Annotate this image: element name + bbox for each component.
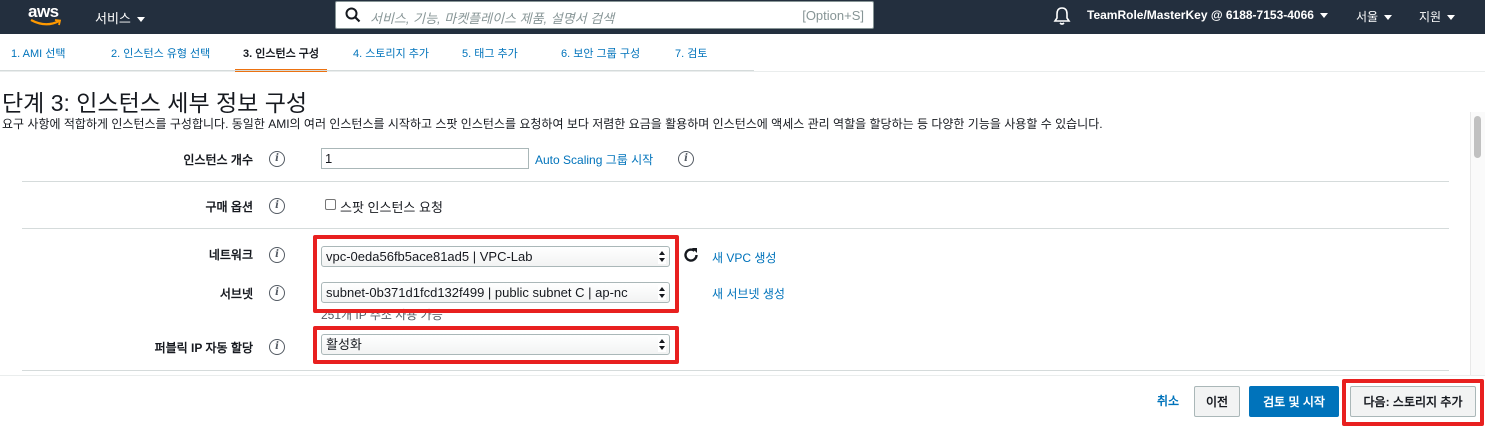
search-placeholder: 서비스, 기능, 마켓플레이스 제품, 설명서 검색 <box>370 11 615 26</box>
chevron-down-icon <box>1447 15 1456 21</box>
info-icon[interactable]: i <box>269 247 285 263</box>
public-ip-label: 퍼블릭 IP 자동 할당 <box>154 341 253 355</box>
support-label: 지원 <box>1419 10 1442 24</box>
chevron-down-icon <box>1384 15 1393 21</box>
step-storage[interactable]: 4. 스토리지 추가 <box>353 34 429 72</box>
search-icon <box>345 7 361 23</box>
search-shortcut: [Option+S] <box>802 8 864 23</box>
wizard-steps: 1. AMI 선택 2. 인스턴스 유형 선택 3. 인스턴스 구성 4. 스토… <box>0 34 1485 72</box>
previous-button[interactable]: 이전 <box>1194 386 1240 417</box>
spot-instance-label: 스팟 인스턴스 요청 <box>340 200 443 215</box>
page-title: 단계 3: 인스턴스 세부 정보 구성 <box>2 90 308 116</box>
steps-underline <box>0 70 754 71</box>
search-input[interactable]: 서비스, 기능, 마켓플레이스 제품, 설명서 검색 [Option+S] <box>335 1 874 29</box>
divider <box>22 181 1449 182</box>
notification-bell-icon[interactable] <box>1053 6 1071 26</box>
step-configure-instance[interactable]: 3. 인스턴스 구성 <box>235 34 328 72</box>
chevron-down-icon <box>1319 13 1328 19</box>
support-menu[interactable]: 지원 <box>1419 8 1456 25</box>
highlight-public-ip <box>313 326 679 364</box>
review-and-launch-button[interactable]: 검토 및 시작 <box>1249 386 1339 417</box>
chevron-down-icon <box>136 17 145 23</box>
spot-instance-checkbox[interactable] <box>325 199 336 210</box>
create-subnet-link[interactable]: 새 서브넷 생성 <box>712 285 785 302</box>
refresh-icon[interactable] <box>682 246 700 264</box>
account-label: TeamRole/MasterKey @ 6188-7153-4066 <box>1087 8 1314 22</box>
info-icon[interactable]: i <box>678 151 694 167</box>
subnet-label: 서브넷 <box>219 287 253 301</box>
step-security-group[interactable]: 6. 보안 그룹 구성 <box>561 34 640 72</box>
info-icon[interactable]: i <box>269 285 285 301</box>
highlight-network-subnet <box>313 235 679 313</box>
create-vpc-link[interactable]: 새 VPC 생성 <box>712 249 776 266</box>
region-label: 서울 <box>1356 10 1379 24</box>
services-menu[interactable]: 서비스 <box>95 8 145 27</box>
purchase-option-label: 구매 옵션 <box>205 200 254 214</box>
aws-logo[interactable]: aws <box>26 2 66 30</box>
step-ami[interactable]: 1. AMI 선택 <box>11 34 65 72</box>
info-icon[interactable]: i <box>269 198 285 214</box>
region-menu[interactable]: 서울 <box>1356 8 1393 25</box>
divider <box>22 228 1449 229</box>
wizard-footer: 취소 이전 검토 및 시작 다음: 스토리지 추가 <box>0 375 1485 427</box>
info-icon[interactable]: i <box>269 339 285 355</box>
step-instance-type[interactable]: 2. 인스턴스 유형 선택 <box>111 34 210 72</box>
configure-instance-form: 인스턴스 개수 i Auto Scaling 그룹 시작 i 구매 옵션 i 스… <box>0 140 1470 375</box>
page-description: 요구 사항에 적합하게 인스턴스를 구성합니다. 동일한 AMI의 여러 인스턴… <box>2 117 1103 131</box>
step-tags[interactable]: 5. 태그 추가 <box>462 34 518 72</box>
top-navigation-bar: aws 서비스 서비스, 기능, 마켓플레이스 제품, 설명서 검색 [Opti… <box>0 0 1485 34</box>
network-label: 네트워크 <box>208 248 253 262</box>
highlight-next-button <box>1342 379 1484 426</box>
scrollbar-thumb[interactable] <box>1474 116 1481 158</box>
step-review[interactable]: 7. 검토 <box>675 34 707 72</box>
instance-count-input[interactable] <box>321 148 529 169</box>
account-menu[interactable]: TeamRole/MasterKey @ 6188-7153-4066 <box>1087 8 1328 22</box>
aws-smile-icon <box>30 19 62 26</box>
divider <box>22 370 1449 371</box>
services-label: 서비스 <box>95 11 131 26</box>
cancel-button[interactable]: 취소 <box>1148 386 1188 417</box>
info-icon[interactable]: i <box>269 151 285 167</box>
instance-count-label: 인스턴스 개수 <box>183 153 253 167</box>
autoscaling-group-link[interactable]: Auto Scaling 그룹 시작 <box>535 151 653 168</box>
